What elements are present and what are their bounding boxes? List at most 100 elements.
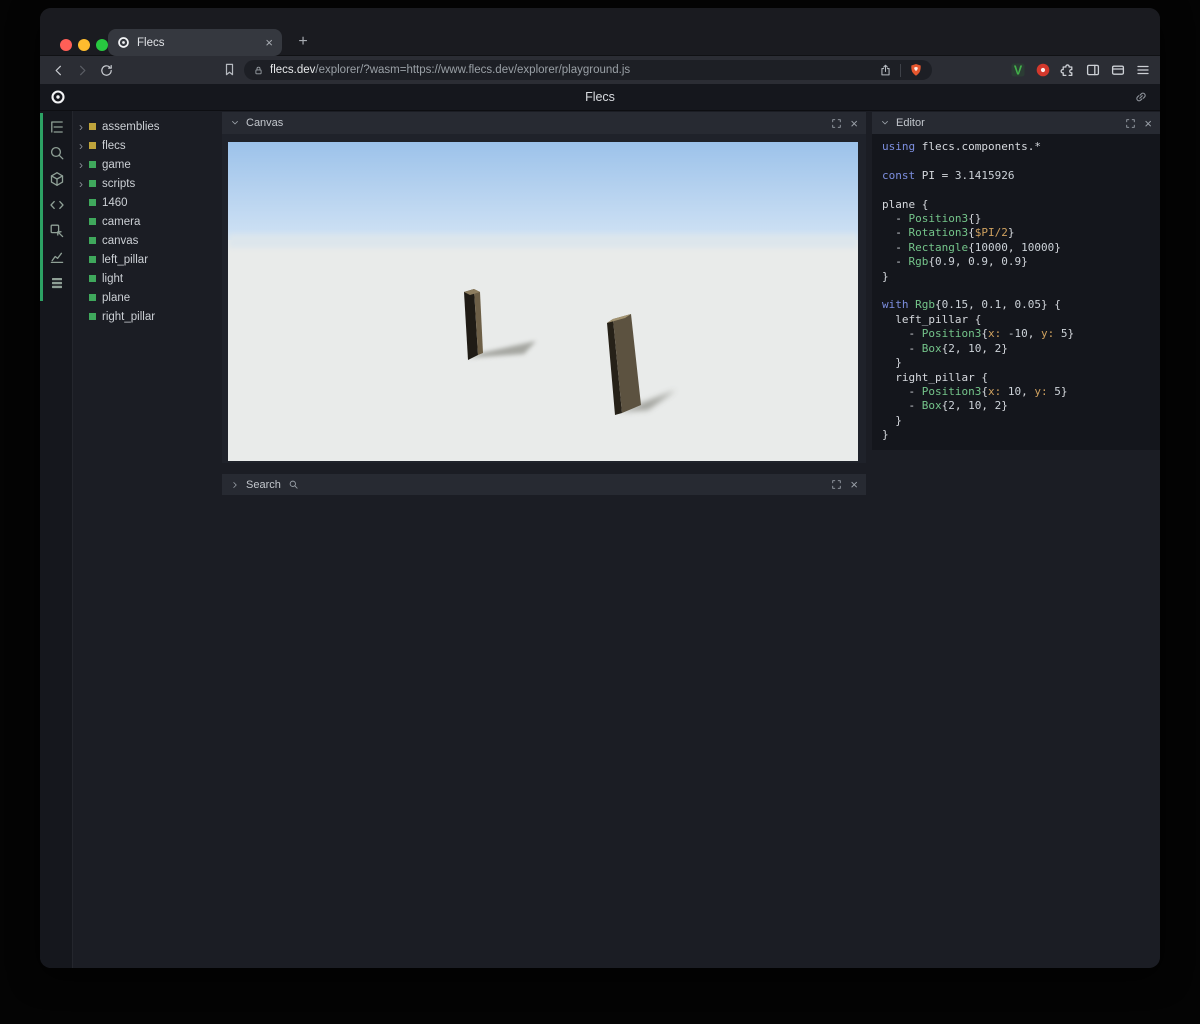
entity-color-square [89, 142, 96, 149]
code-line: left_pillar { [882, 312, 982, 326]
sidebar-panel-icon[interactable] [1085, 62, 1101, 78]
tree-item-left_pillar[interactable]: left_pillar [73, 250, 221, 269]
puzzle-icon[interactable] [1060, 62, 1076, 78]
entity-label: light [102, 272, 124, 285]
search-panel-header: Search × [222, 474, 866, 495]
entity-label: plane [102, 291, 131, 304]
code-line: - Position3{x: 10, y: 5} [882, 384, 1068, 398]
forward-icon[interactable] [75, 63, 90, 78]
new-tab-button[interactable]: + [293, 32, 313, 52]
expand-arrow-icon[interactable]: › [79, 159, 89, 171]
tree-item-1460[interactable]: 1460 [73, 193, 221, 212]
tab-strip: Flecs × + [40, 8, 1160, 56]
browser-tab-flecs[interactable]: Flecs × [108, 29, 282, 56]
entity-color-square [89, 313, 96, 320]
code-line: } [882, 428, 889, 442]
bookmark-icon[interactable] [222, 62, 237, 77]
entity-color-square [89, 275, 96, 282]
tab-favicon-icon [117, 36, 130, 49]
canvas-panel-actions: × [831, 117, 858, 130]
editor-panel-title: Editor [896, 117, 925, 129]
chevron-down-icon[interactable] [230, 118, 240, 128]
tables-icon[interactable] [49, 275, 65, 291]
entity-tree: › assemblies › flecs › game › scripts 1460 camera… [73, 111, 221, 968]
divider [900, 63, 901, 77]
svg-text:V: V [1014, 63, 1023, 77]
horizon-haze [228, 234, 858, 248]
chevron-right-icon[interactable] [230, 480, 240, 490]
chevron-down-icon[interactable] [880, 118, 890, 128]
entity-color-square [89, 199, 96, 206]
entity-label: canvas [102, 234, 139, 247]
icon-sidebar-inner [40, 119, 73, 291]
code-line: - Rotation3{$PI/2} [882, 226, 1015, 240]
tree-icon[interactable] [49, 119, 65, 135]
wallet-icon[interactable] [1110, 62, 1126, 78]
expand-arrow-icon[interactable]: › [79, 140, 89, 152]
editor-close-icon[interactable]: × [1144, 117, 1152, 130]
3d-scene [228, 142, 858, 461]
code-area[interactable]: using flecs.components.* const PI = 3.14… [872, 134, 1160, 451]
canvas-viewport[interactable] [228, 142, 858, 461]
brave-shield-icon[interactable] [909, 63, 923, 77]
nav-buttons [51, 56, 114, 84]
code-icon[interactable] [49, 197, 65, 213]
extension-buttons: V [1010, 56, 1151, 84]
canvas-close-icon[interactable]: × [850, 117, 858, 130]
entity-label: left_pillar [102, 253, 149, 266]
tree-item-plane[interactable]: plane [73, 288, 221, 307]
entity-label: 1460 [102, 196, 128, 209]
search-expand-icon[interactable] [831, 479, 842, 490]
canvas-expand-icon[interactable] [831, 118, 842, 129]
red-extension-icon[interactable] [1035, 62, 1051, 78]
url-domain: flecs.dev [270, 64, 316, 76]
tree-item-assemblies[interactable]: › assemblies [73, 117, 221, 136]
url-text[interactable]: flecs.dev/explorer/?wasm=https://www.fle… [270, 64, 630, 76]
entity-color-square [89, 237, 96, 244]
editor-expand-icon[interactable] [1125, 118, 1136, 129]
traffic-light-maximize[interactable] [96, 39, 108, 51]
traffic-light-minimize[interactable] [78, 39, 90, 51]
search-panel-actions: × [831, 478, 858, 491]
traffic-light-close[interactable] [60, 39, 72, 51]
canvas-panel-header: Canvas × [222, 112, 866, 134]
code-line: const PI = 3.1415926 [882, 168, 1015, 182]
address-bar-actions [879, 63, 923, 77]
tree-item-right_pillar[interactable]: right_pillar [73, 307, 221, 326]
tab-close-icon[interactable]: × [265, 36, 273, 49]
flecs-logo [50, 89, 66, 105]
editor-panel-actions: × [1125, 117, 1152, 130]
editor-panel: Editor × using flecs.components.* const … [872, 112, 1160, 450]
expand-arrow-icon[interactable]: › [79, 121, 89, 133]
tree-item-camera[interactable]: camera [73, 212, 221, 231]
expand-arrow-icon[interactable]: › [79, 178, 89, 190]
back-icon[interactable] [51, 63, 66, 78]
entity-label: flecs [102, 139, 126, 152]
link-icon[interactable] [1134, 90, 1148, 104]
entity-label: camera [102, 215, 141, 228]
entity-label: scripts [102, 177, 136, 190]
search-icon[interactable] [49, 145, 65, 161]
tree-item-flecs[interactable]: › flecs [73, 136, 221, 155]
inspect-icon[interactable] [49, 223, 65, 239]
address-bar[interactable]: flecs.dev/explorer/?wasm=https://www.fle… [244, 60, 932, 80]
tree-item-scripts[interactable]: › scripts [73, 174, 221, 193]
cube-icon[interactable] [49, 171, 65, 187]
editor-panel-header: Editor × [872, 112, 1160, 134]
stats-icon[interactable] [49, 249, 65, 265]
search-panel-title: Search [246, 478, 281, 491]
code-line: } [882, 413, 902, 427]
menu-icon[interactable] [1135, 62, 1151, 78]
share-icon[interactable] [879, 64, 892, 77]
vimium-icon[interactable]: V [1010, 62, 1026, 78]
reload-icon[interactable] [99, 63, 114, 78]
search-close-icon[interactable]: × [850, 478, 858, 491]
tree-item-light[interactable]: light [73, 269, 221, 288]
canvas-panel-title: Canvas [246, 117, 284, 129]
tree-item-game[interactable]: › game [73, 155, 221, 174]
search-magnifier-icon [288, 479, 299, 490]
tree-item-canvas[interactable]: canvas [73, 231, 221, 250]
app-body: › assemblies › flecs › game › scripts 1460 camera… [40, 111, 1160, 968]
